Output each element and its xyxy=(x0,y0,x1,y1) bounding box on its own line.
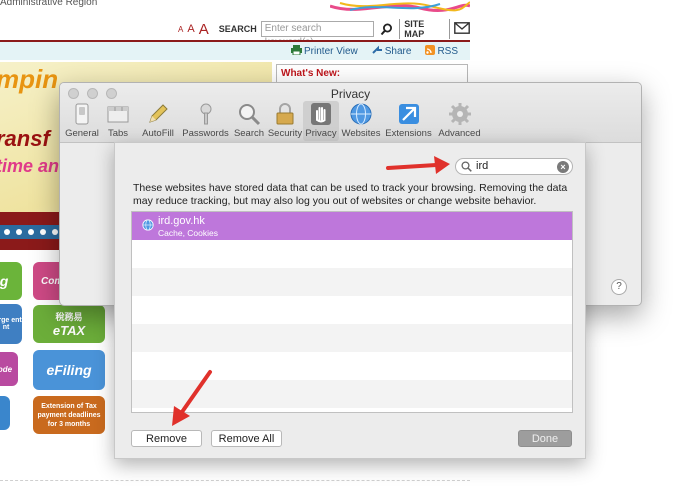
pencil-icon xyxy=(149,104,168,123)
site-search-icon[interactable] xyxy=(378,20,395,38)
annotation-arrow-search xyxy=(386,156,450,174)
remove-button[interactable]: Remove xyxy=(131,430,202,447)
website-search-field[interactable]: ird × xyxy=(455,158,573,175)
rss-icon xyxy=(425,45,436,55)
tab-tabs[interactable]: Tabs xyxy=(100,101,136,141)
tile-efiling[interactable]: eFiling xyxy=(33,350,105,390)
font-size-small[interactable]: A xyxy=(178,25,183,34)
font-size-medium[interactable]: A xyxy=(187,23,194,35)
done-button[interactable]: Done xyxy=(518,430,572,447)
preferences-toolbar: General Tabs AutoFill Passwords Search S… xyxy=(64,101,485,141)
tab-search-label: Search xyxy=(233,128,265,139)
remove-all-button[interactable]: Remove All xyxy=(211,430,282,447)
mail-icon[interactable] xyxy=(454,21,470,37)
website-name: ird.gov.hk xyxy=(158,215,205,227)
tab-websites-label: Websites xyxy=(341,128,381,139)
banner-line-3: time an xyxy=(0,156,60,176)
tab-passwords-label: Passwords xyxy=(182,128,229,139)
clear-search-icon[interactable]: × xyxy=(557,160,569,173)
banner-line-1: mpin xyxy=(0,64,59,94)
tab-extensions[interactable]: Extensions xyxy=(383,101,434,141)
annotation-arrow-remove xyxy=(172,370,212,426)
key-icon xyxy=(200,103,211,125)
site-search-label: SEARCH xyxy=(218,24,257,34)
empty-row xyxy=(132,296,572,324)
tab-extensions-label: Extensions xyxy=(385,128,432,139)
window-title: Privacy xyxy=(330,87,371,101)
tile-etax[interactable]: 稅務易 eTAX xyxy=(33,305,105,343)
footer-divider xyxy=(0,480,470,481)
tab-advanced-label: Advanced xyxy=(438,128,481,139)
tab-general-label: General xyxy=(65,128,99,139)
carousel-dots[interactable] xyxy=(0,225,62,239)
search-icon xyxy=(461,161,472,172)
empty-row xyxy=(132,268,572,296)
tab-search[interactable]: Search xyxy=(231,101,267,141)
page-tools-row: Printer View Share RSS xyxy=(0,42,470,60)
tab-websites[interactable]: Websites xyxy=(339,101,383,141)
empty-row xyxy=(132,324,572,352)
site-map-link[interactable]: SITE MAP xyxy=(399,19,450,39)
tab-general[interactable]: General xyxy=(64,101,100,141)
font-size-large[interactable]: A xyxy=(199,21,209,38)
tab-autofill-label: AutoFill xyxy=(142,128,174,139)
tab-tabs-label: Tabs xyxy=(107,128,129,139)
site-header-tools: A A A SEARCH Enter search keyword(s) SIT… xyxy=(178,18,470,48)
banner-line-2: ransf xyxy=(0,126,50,151)
tile-charge[interactable]: harge ent nt xyxy=(0,304,22,344)
window-titlebar: Privacy General Tabs AutoFill Passwords … xyxy=(60,83,641,143)
puzzle-icon xyxy=(398,104,419,124)
share-label: Share xyxy=(384,46,412,57)
tile-blue-arrow[interactable] xyxy=(0,396,10,430)
website-globe-icon xyxy=(142,219,154,231)
printer-view-link[interactable]: Printer View xyxy=(291,45,358,57)
rss-label: RSS xyxy=(437,46,458,57)
whats-new-heading: What's New: xyxy=(281,68,341,79)
tab-privacy[interactable]: Privacy xyxy=(303,101,339,141)
printer-icon xyxy=(291,45,303,56)
tab-autofill[interactable]: AutoFill xyxy=(136,101,180,141)
tile-code[interactable]: ode xyxy=(0,352,18,386)
general-switch-icon xyxy=(75,103,89,125)
tab-passwords[interactable]: Passwords xyxy=(180,101,231,141)
printer-view-label: Printer View xyxy=(304,46,358,57)
list-item[interactable]: ird.gov.hk Cache, Cookies xyxy=(132,212,572,240)
sheet-description: These websites have stored data that can… xyxy=(133,182,568,207)
tile-extension[interactable]: Extension of Tax payment deadlines for 3… xyxy=(33,396,105,434)
region-text: Administrative Region xyxy=(0,0,98,8)
website-data-types: Cache, Cookies xyxy=(158,228,219,238)
magnifier-icon xyxy=(239,104,261,126)
share-link[interactable]: Share xyxy=(372,45,412,57)
lock-icon xyxy=(276,103,294,125)
help-button[interactable]: ? xyxy=(611,279,627,295)
empty-row xyxy=(132,240,572,268)
tab-security[interactable]: Security xyxy=(267,101,303,141)
search-value[interactable]: ird xyxy=(472,159,557,174)
site-search-input[interactable]: Enter search keyword(s) xyxy=(260,21,375,48)
tabs-icon xyxy=(107,106,129,123)
tab-advanced[interactable]: Advanced xyxy=(434,101,485,141)
tab-privacy-label: Privacy xyxy=(305,128,337,139)
globe-icon xyxy=(350,103,372,125)
hand-icon xyxy=(311,103,331,125)
tab-security-label: Security xyxy=(267,128,303,139)
rss-link[interactable]: RSS xyxy=(425,45,458,57)
share-icon xyxy=(372,45,382,54)
gear-icon xyxy=(448,103,471,125)
tile-green[interactable]: g xyxy=(0,262,22,300)
decorative-ribbons xyxy=(330,1,470,12)
